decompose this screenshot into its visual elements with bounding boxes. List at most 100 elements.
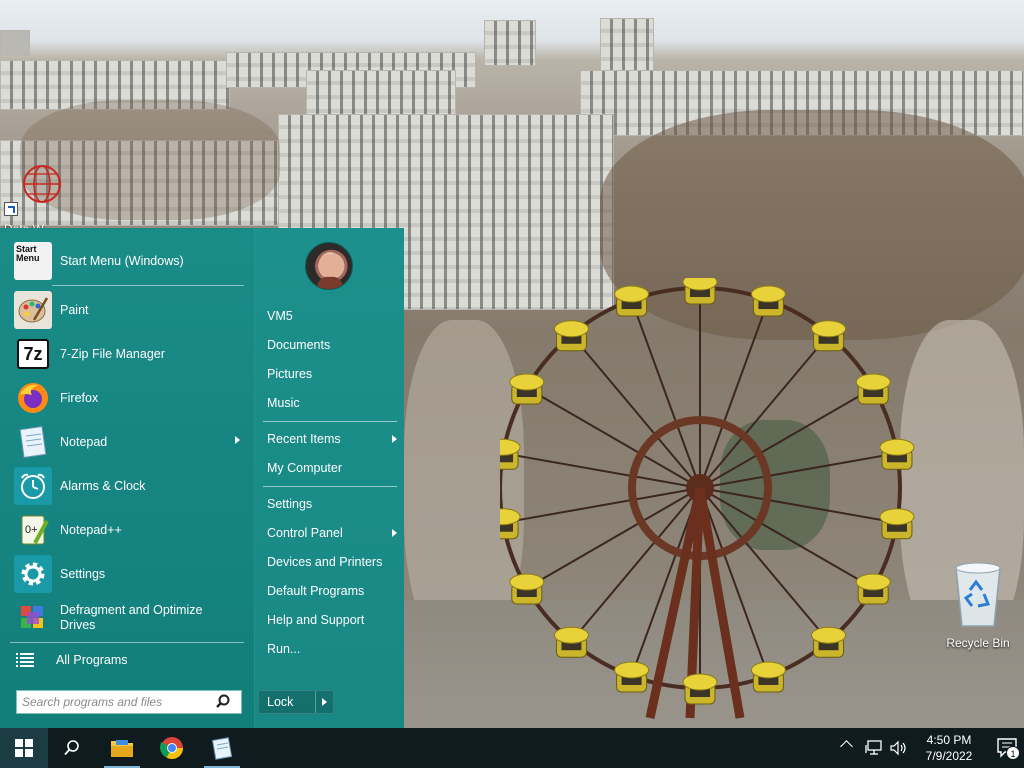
place-label: Default Programs <box>267 584 365 598</box>
wheel-gondola <box>855 373 891 405</box>
place-my-computer[interactable]: My Computer <box>263 455 401 481</box>
start-menu: Start Menu Start Menu (Windows) Paint 7z… <box>0 228 404 728</box>
recycle-bin-desktop-icon[interactable]: Recycle Bin <box>940 560 1016 650</box>
app-settings[interactable]: Settings <box>10 553 246 595</box>
wheel-gondola <box>509 373 545 405</box>
place-pictures[interactable]: Pictures <box>263 361 401 387</box>
place-default-programs[interactable]: Default Programs <box>263 578 401 604</box>
wheel-gondola <box>553 320 589 352</box>
start-menu-places-pane: VM5 Documents Pictures Music Recent Item… <box>254 228 404 728</box>
shortcut-arrow-icon <box>4 202 18 216</box>
app-label: 7-Zip File Manager <box>60 346 165 361</box>
wheel-gondola <box>750 661 786 693</box>
place-music[interactable]: Music <box>263 390 401 416</box>
notification-count-badge: 1 <box>1006 746 1020 760</box>
list-icon <box>16 651 34 669</box>
wheel-gondola <box>500 508 521 540</box>
lock-label: Lock <box>267 695 294 709</box>
notepad-plus-plus-icon: 0+ <box>14 511 52 549</box>
alarm-clock-icon <box>14 467 52 505</box>
paint-icon <box>14 291 52 329</box>
start-menu-icon: Start Menu <box>14 242 52 280</box>
user-avatar[interactable] <box>305 242 353 290</box>
clock[interactable]: 4:50 PM 7/9/2022 <box>914 732 984 764</box>
app-start-menu-windows[interactable]: Start Menu Start Menu (Windows) <box>10 240 246 282</box>
search-box[interactable] <box>16 690 242 714</box>
start-menu-icon-text: Start Menu <box>16 244 40 263</box>
wheel-gondola <box>811 626 847 658</box>
place-user-vm5[interactable]: VM5 <box>263 303 401 329</box>
app-label: Defragment and Optimize Drives <box>60 603 203 632</box>
search-icon <box>64 740 79 756</box>
show-hidden-icons-chevron-icon[interactable] <box>840 740 853 753</box>
file-explorer-running-indicator <box>98 728 146 768</box>
system-tray: 4:50 PM 7/9/2022 1 <box>834 728 1024 768</box>
wheel-gondola <box>855 573 891 605</box>
taskbar-chrome[interactable] <box>148 728 196 768</box>
app-label: Settings <box>60 566 106 581</box>
place-help-support[interactable]: Help and Support <box>263 607 401 633</box>
place-label: Documents <box>267 338 331 352</box>
place-label: Control Panel <box>267 526 343 540</box>
app-paint[interactable]: Paint <box>10 289 246 331</box>
place-documents[interactable]: Documents <box>263 332 401 358</box>
power-options-arrow-icon[interactable] <box>315 691 333 713</box>
recycle-bin-label: Recycle Bin <box>946 636 1010 650</box>
place-settings[interactable]: Settings <box>263 491 401 517</box>
place-label: Music <box>267 396 300 410</box>
action-center-button[interactable]: 1 <box>994 736 1022 760</box>
all-programs-button[interactable]: All Programs <box>10 646 246 674</box>
settings-gear-icon <box>14 555 52 593</box>
place-devices-printers[interactable]: Devices and Printers <box>263 549 401 575</box>
notepad-icon <box>14 423 52 461</box>
app-alarms-clock[interactable]: Alarms & Clock <box>10 465 246 507</box>
lock-button[interactable]: Lock <box>258 690 334 714</box>
divider <box>10 642 244 643</box>
data-desktop-shortcut[interactable]: Data W... <box>0 160 61 236</box>
search-icon[interactable] <box>213 692 233 712</box>
search-input[interactable] <box>17 692 213 712</box>
wheel-gondola <box>509 573 545 605</box>
place-recent-items[interactable]: Recent Items <box>263 426 401 452</box>
divider <box>52 285 244 286</box>
app-notepad[interactable]: Notepad <box>10 421 246 463</box>
place-run[interactable]: Run... <box>263 636 401 662</box>
wheel-gondola <box>811 320 847 352</box>
ferris-wheel-illustration <box>500 278 915 719</box>
clock-time: 4:50 PM <box>926 733 972 747</box>
wheel-gondola <box>614 661 650 693</box>
wheel-gondola <box>879 438 915 470</box>
app-defragment[interactable]: Defragment and Optimize Drives <box>10 597 246 639</box>
taskbar-search-button[interactable] <box>48 728 96 768</box>
all-programs-label: All Programs <box>56 653 128 667</box>
submenu-arrow-icon <box>392 435 397 443</box>
place-label: Devices and Printers <box>267 555 383 569</box>
place-label: VM5 <box>267 309 293 323</box>
7zip-icon: 7z <box>17 339 49 369</box>
network-globe-icon <box>23 165 61 203</box>
app-firefox[interactable]: Firefox <box>10 377 246 419</box>
place-control-panel[interactable]: Control Panel <box>263 520 401 546</box>
place-label: Run... <box>267 642 301 656</box>
wheel-gondola <box>682 278 718 305</box>
app-notepad-plus-plus[interactable]: 0+ Notepad++ <box>10 509 246 551</box>
wheel-gondola <box>614 285 650 317</box>
place-label: Settings <box>267 497 313 511</box>
wheel-gondola <box>879 508 915 540</box>
app-7zip[interactable]: 7z 7-Zip File Manager <box>10 333 246 375</box>
volume-icon[interactable] <box>890 740 908 756</box>
windows-start-icon <box>15 739 33 757</box>
clock-date: 7/9/2022 <box>925 749 973 763</box>
start-button[interactable] <box>0 728 48 768</box>
app-label: Notepad <box>60 434 108 449</box>
network-icon[interactable] <box>864 740 882 756</box>
app-label: Notepad++ <box>60 522 122 537</box>
taskbar-notepad[interactable] <box>198 728 246 768</box>
wheel-gondola <box>500 438 521 470</box>
place-label: My Computer <box>267 461 343 475</box>
wheel-gondola <box>553 626 589 658</box>
divider <box>263 421 397 422</box>
app-label: Alarms & Clock <box>60 478 146 493</box>
notepad-icon <box>211 737 233 760</box>
divider <box>263 486 397 487</box>
